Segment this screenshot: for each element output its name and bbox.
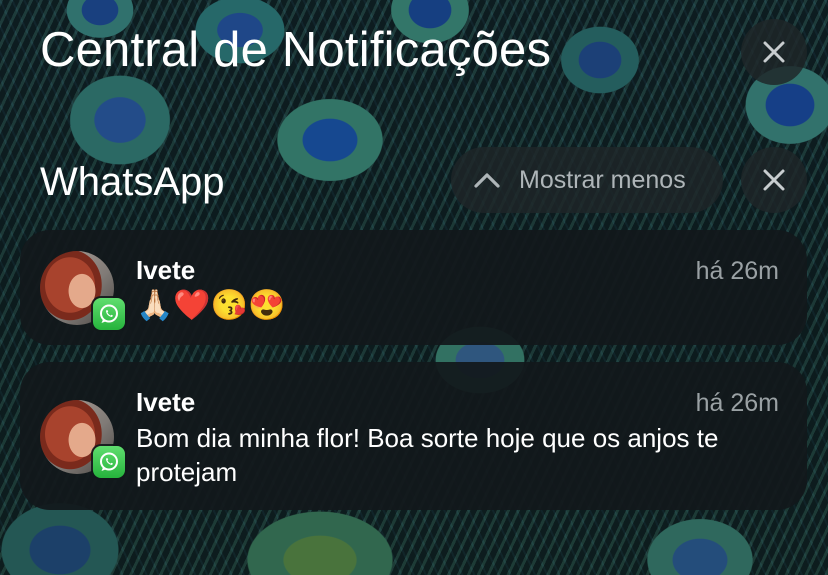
- page-title: Central de Notificações: [40, 23, 552, 77]
- notification-message: 🙏🏻❤️😘😍: [136, 289, 286, 322]
- notification-sender: Ivete: [136, 387, 196, 417]
- close-all-button[interactable]: [741, 19, 807, 85]
- notification-card[interactable]: Ivete há 26m Bom dia minha flor! Boa sor…: [20, 362, 807, 510]
- close-icon: [763, 169, 785, 191]
- group-app-name: WhatsApp: [40, 160, 225, 204]
- notification-card[interactable]: Ivete há 26m 🙏🏻❤️😘😍: [20, 230, 807, 345]
- whatsapp-icon: [93, 298, 125, 330]
- notification-message: Bom dia minha flor! Boa sorte hoje que o…: [136, 423, 719, 487]
- show-less-button[interactable]: Mostrar menos: [451, 147, 723, 213]
- show-less-label: Mostrar menos: [519, 165, 686, 194]
- notification-sender: Ivete: [136, 255, 196, 285]
- clear-group-button[interactable]: [741, 147, 807, 213]
- close-icon: [763, 41, 785, 63]
- chevron-up-icon: [474, 173, 500, 188]
- notification-time: há 26m: [695, 257, 779, 285]
- notification-time: há 26m: [695, 389, 779, 417]
- whatsapp-icon: [93, 446, 125, 478]
